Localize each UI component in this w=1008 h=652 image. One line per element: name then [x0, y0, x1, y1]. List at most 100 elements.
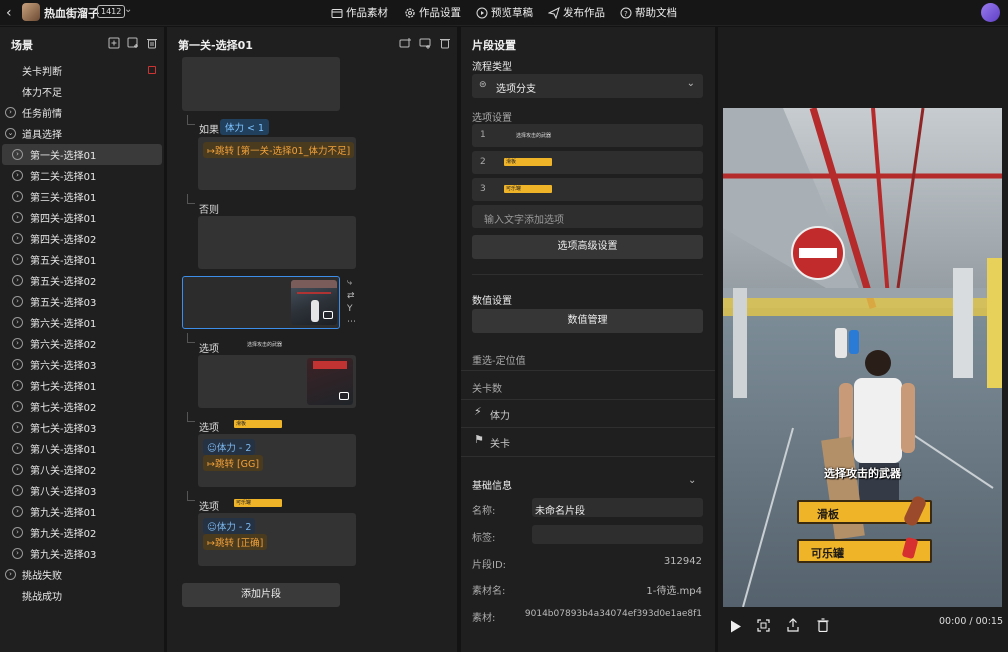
video-player[interactable]: 选择攻击的武器 滑板 可乐罐 — [723, 108, 1002, 607]
add-folder-icon[interactable] — [127, 37, 139, 49]
upload-icon[interactable] — [787, 618, 799, 635]
chevron-right-icon[interactable]: › — [12, 485, 23, 496]
scene-item-label: 关卡判断 — [22, 67, 62, 78]
scene-item[interactable]: ⌄ 道具选择 — [0, 123, 164, 144]
if-condition-tag[interactable]: 体力 < 1 — [220, 119, 270, 135]
scene-item[interactable]: 挑战成功 — [0, 585, 164, 606]
value-manage-button[interactable]: 数值管理 — [472, 309, 703, 333]
scene-item[interactable]: › 第五关-选择02 — [0, 270, 164, 291]
scene-item[interactable]: › 第七关-选择03 — [0, 417, 164, 438]
scene-item[interactable]: › 第九关-选择02 — [0, 522, 164, 543]
scene-item[interactable]: › 第一关-选择01 — [2, 144, 162, 165]
branch-connector — [187, 491, 195, 501]
video-icon — [339, 392, 349, 400]
scene-item[interactable]: 关卡判断 — [0, 60, 164, 81]
option-branch-card[interactable] — [198, 355, 356, 408]
add-option-input[interactable]: 输入文字添加选项 — [472, 205, 703, 228]
option-row-1[interactable]: 1 选择攻击的武器 — [472, 124, 703, 147]
chevron-right-icon[interactable]: › — [5, 569, 16, 580]
chevron-right-icon[interactable]: › — [12, 443, 23, 454]
scene-item-label: 第六关-选择01 — [30, 319, 97, 330]
add-segment-button[interactable]: 添加片段 — [182, 583, 340, 607]
chevron-right-icon[interactable]: › — [12, 233, 23, 244]
scene-panel-title: 场景 — [11, 39, 33, 52]
scene-item[interactable]: › 第九关-选择03 — [0, 543, 164, 564]
flow-type-select[interactable]: ⊜ 选项分支 ⌄ — [472, 74, 703, 98]
tag-input[interactable] — [532, 525, 703, 544]
chevron-right-icon[interactable]: › — [12, 506, 23, 517]
option-branch-card[interactable]: ☺体力 - 2 ↦跳转 [GG] — [198, 434, 356, 487]
scene-item[interactable]: › 第六关-选择02 — [0, 333, 164, 354]
option-branch-card[interactable]: ☺体力 - 2 ↦跳转 [正确] — [198, 513, 356, 566]
trash-icon[interactable] — [146, 37, 158, 49]
if-branch-card[interactable]: ↦跳转 [第一关-选择01_体力不足] — [198, 137, 356, 190]
scene-item[interactable]: › 第六关-选择03 — [0, 354, 164, 375]
merge-icon[interactable]: Y — [347, 304, 359, 316]
scene-item[interactable]: › 第九关-选择01 — [0, 501, 164, 522]
menu-preview[interactable]: 预览草稿 — [476, 5, 533, 20]
chevron-down-icon[interactable]: ⌄ — [124, 4, 132, 15]
back-icon[interactable]: ‹ — [6, 4, 20, 22]
scene-item[interactable]: › 第三关-选择01 — [0, 186, 164, 207]
menu-settings[interactable]: 作品设置 — [404, 5, 461, 20]
chevron-right-icon[interactable]: › — [12, 359, 23, 370]
chevron-right-icon[interactable]: › — [12, 464, 23, 475]
chevron-right-icon[interactable]: › — [12, 296, 23, 307]
scene-item[interactable]: › 第八关-选择01 — [0, 438, 164, 459]
trash-icon[interactable] — [439, 37, 451, 49]
scene-item[interactable]: › 第二关-选择01 — [0, 165, 164, 186]
user-avatar[interactable] — [981, 3, 1000, 22]
fullscreen-icon[interactable] — [757, 619, 770, 635]
trash-icon[interactable] — [817, 618, 829, 635]
chevron-right-icon[interactable]: › — [12, 149, 23, 160]
chevron-right-icon[interactable]: › — [12, 548, 23, 559]
add-branch-icon[interactable] — [399, 37, 411, 49]
scene-item[interactable]: › 第五关-选择01 — [0, 249, 164, 270]
chevron-down-icon[interactable]: ⌄ — [688, 475, 696, 486]
chevron-right-icon[interactable]: › — [12, 380, 23, 391]
chevron-right-icon[interactable]: › — [5, 107, 16, 118]
choice-button-skateboard[interactable]: 滑板 — [797, 494, 932, 528]
segment-card-previous[interactable] — [182, 57, 340, 111]
else-branch-card[interactable] — [198, 216, 356, 269]
option-row-2[interactable]: 2 滑板 — [472, 151, 703, 174]
option-row-3[interactable]: 3 可乐罐 — [472, 178, 703, 201]
more-icon[interactable]: ⋯ — [347, 317, 359, 329]
scene-item[interactable]: › 任务前情 — [0, 102, 164, 123]
scene-item[interactable]: › 第七关-选择02 — [0, 396, 164, 417]
play-button[interactable] — [730, 620, 742, 636]
chevron-right-icon[interactable]: › — [12, 317, 23, 328]
chevron-down-icon[interactable]: ⌄ — [5, 128, 16, 139]
segment-card-selected[interactable] — [182, 276, 340, 329]
name-input[interactable]: 未命名片段 — [532, 498, 703, 517]
branch-icon[interactable]: ⤷ — [347, 278, 359, 290]
chevron-right-icon[interactable]: › — [12, 212, 23, 223]
scene-item[interactable]: › 挑战失败 — [0, 564, 164, 585]
scene-panel: 场景 关卡判断 体力不足 › 任务前情 ⌄ 道具选择 › 第一关-选择01 › 第二关-选择01 ›… — [0, 27, 164, 652]
add-scene-icon[interactable] — [108, 37, 120, 49]
menu-assets[interactable]: 作品素材 — [331, 5, 388, 20]
scene-item[interactable]: › 第八关-选择02 — [0, 459, 164, 480]
swap-icon[interactable]: ⇄ — [347, 291, 359, 303]
add-segment-icon[interactable] — [419, 37, 431, 49]
scene-item[interactable]: › 第八关-选择03 — [0, 480, 164, 501]
chevron-right-icon[interactable]: › — [12, 422, 23, 433]
chevron-right-icon[interactable]: › — [12, 191, 23, 202]
scene-item[interactable]: 体力不足 — [0, 81, 164, 102]
scene-item-label: 第二关-选择01 — [30, 172, 97, 183]
chevron-right-icon[interactable]: › — [12, 527, 23, 538]
chevron-right-icon[interactable]: › — [12, 254, 23, 265]
advanced-options-button[interactable]: 选项高级设置 — [472, 235, 703, 259]
menu-publish[interactable]: 发布作品 — [548, 5, 605, 20]
choice-button-cola[interactable]: 可乐罐 — [797, 536, 932, 563]
scene-item[interactable]: › 第五关-选择03 — [0, 291, 164, 312]
scene-item[interactable]: › 第四关-选择01 — [0, 207, 164, 228]
chevron-right-icon[interactable]: › — [12, 170, 23, 181]
menu-help[interactable]: ? 帮助文档 — [620, 5, 677, 20]
chevron-right-icon[interactable]: › — [12, 401, 23, 412]
chevron-right-icon[interactable]: › — [12, 275, 23, 286]
chevron-right-icon[interactable]: › — [12, 338, 23, 349]
scene-item[interactable]: › 第四关-选择02 — [0, 228, 164, 249]
scene-item[interactable]: › 第六关-选择01 — [0, 312, 164, 333]
scene-item[interactable]: › 第七关-选择01 — [0, 375, 164, 396]
